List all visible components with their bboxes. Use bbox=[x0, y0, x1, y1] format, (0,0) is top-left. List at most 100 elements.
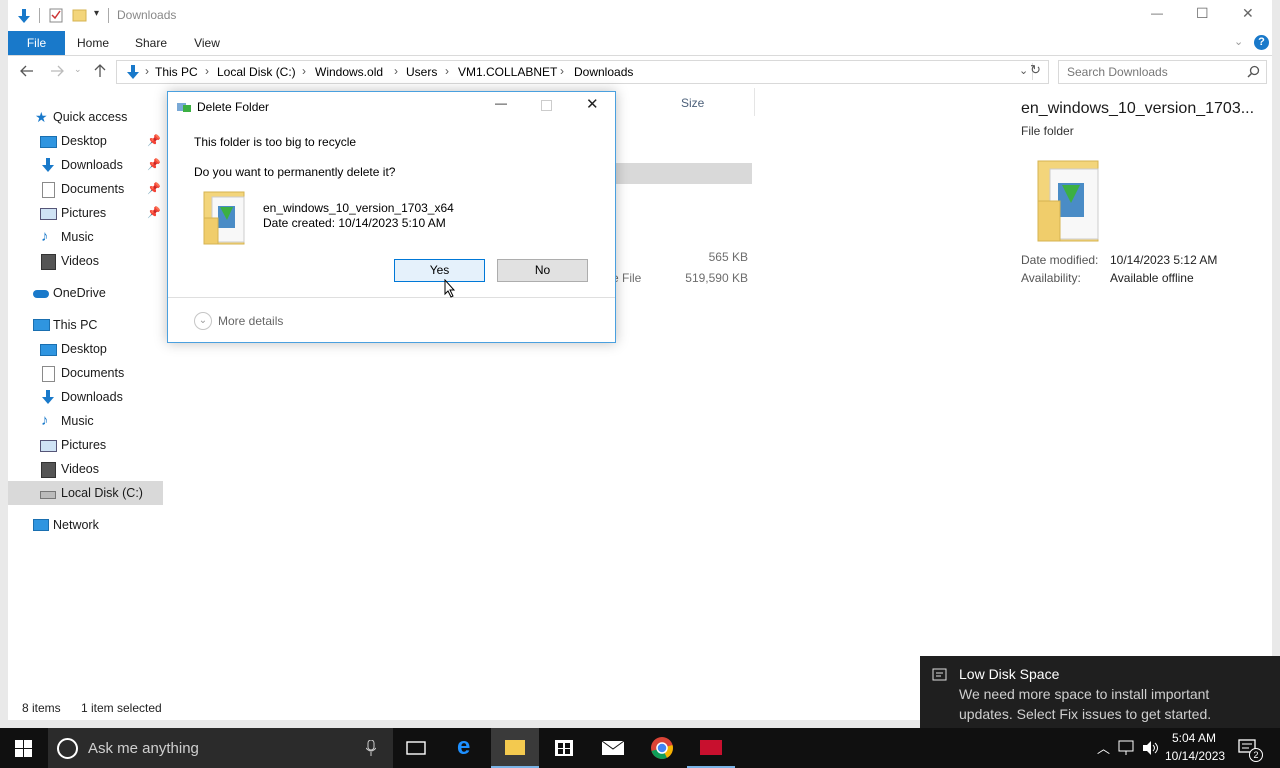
network-status-icon[interactable] bbox=[1118, 740, 1136, 756]
preview-kind: File folder bbox=[1021, 124, 1074, 138]
close-button[interactable]: ✕ bbox=[1242, 5, 1254, 22]
computer-icon bbox=[33, 319, 50, 331]
breadcrumb-separator[interactable]: › bbox=[205, 64, 209, 78]
sidebar-item-label: Music bbox=[61, 230, 94, 244]
edge-glyph: e bbox=[457, 733, 471, 760]
date-modified-label: Date modified: bbox=[1021, 253, 1099, 267]
qat-dropdown-icon[interactable]: ▾ bbox=[94, 8, 99, 19]
breadcrumb-separator[interactable]: › bbox=[560, 64, 564, 78]
delete-folder-icon bbox=[177, 103, 191, 112]
edge-icon[interactable]: e bbox=[443, 728, 491, 768]
sidebar-item-documents[interactable]: Documents 📌 bbox=[8, 177, 163, 201]
clock-time[interactable]: 5:04 AM bbox=[1172, 731, 1216, 745]
forward-arrow-icon[interactable] bbox=[50, 65, 64, 77]
sidebar-item-desktop[interactable]: Desktop 📌 bbox=[8, 129, 163, 153]
sidebar-item-pc-music[interactable]: ♪ Music bbox=[8, 409, 163, 433]
address-dropdown-icon[interactable]: ⌄ bbox=[1019, 64, 1028, 77]
ribbon-expand-icon[interactable]: ⌄ bbox=[1234, 35, 1243, 48]
sidebar-item-local-disk[interactable]: Local Disk (C:) bbox=[8, 481, 163, 505]
microphone-icon[interactable] bbox=[366, 740, 376, 756]
chrome-icon[interactable] bbox=[638, 728, 686, 768]
recent-locations-icon[interactable]: ⌄ bbox=[74, 64, 82, 75]
breadcrumb-user[interactable]: VM1.COLLABNET bbox=[458, 65, 557, 79]
address-bar[interactable]: › This PC › Local Disk (C:) › Windows.ol… bbox=[116, 60, 1049, 84]
breadcrumb-separator[interactable]: › bbox=[302, 64, 306, 78]
sidebar-item-pc-documents[interactable]: Documents bbox=[8, 361, 163, 385]
search-input[interactable]: Search Downloads bbox=[1067, 65, 1168, 79]
volume-icon[interactable] bbox=[1142, 740, 1160, 756]
tab-view[interactable]: View bbox=[184, 31, 230, 55]
breadcrumb-separator[interactable]: › bbox=[394, 64, 398, 78]
more-details-link[interactable]: More details bbox=[218, 314, 283, 328]
sidebar-item-pc-desktop[interactable]: Desktop bbox=[8, 337, 163, 361]
file-explorer-taskbar-icon[interactable] bbox=[491, 728, 539, 768]
no-button[interactable]: No bbox=[497, 259, 588, 282]
expand-chevron-icon[interactable]: ⌄ bbox=[194, 312, 212, 330]
pin-icon[interactable]: 📌 bbox=[147, 153, 161, 177]
yes-button[interactable]: Yes bbox=[394, 259, 485, 282]
refresh-icon[interactable]: ↻ bbox=[1030, 62, 1041, 78]
date-modified-value: 10/14/2023 5:12 AM bbox=[1110, 253, 1218, 267]
sidebar-item-onedrive[interactable]: OneDrive bbox=[8, 281, 163, 305]
help-icon[interactable]: ? bbox=[1254, 35, 1269, 50]
dialog-close-button[interactable]: ✕ bbox=[586, 95, 599, 113]
documents-icon bbox=[42, 182, 55, 198]
cortana-search-box[interactable]: Ask me anything bbox=[48, 728, 393, 768]
sidebar-item-pc-pictures[interactable]: Pictures bbox=[8, 433, 163, 457]
breadcrumb-this-pc[interactable]: This PC bbox=[155, 65, 198, 79]
mail-icon[interactable] bbox=[589, 728, 637, 768]
pin-icon[interactable]: 📌 bbox=[147, 177, 161, 201]
breadcrumb-windows-old[interactable]: Windows.old bbox=[315, 65, 383, 79]
minimize-button[interactable]: — bbox=[1151, 6, 1163, 20]
sidebar-item-network[interactable]: Network bbox=[8, 513, 163, 537]
breadcrumb-users[interactable]: Users bbox=[406, 65, 437, 79]
new-folder-icon[interactable] bbox=[72, 8, 87, 22]
sidebar-item-label: Desktop bbox=[61, 134, 107, 148]
sidebar-item-label: Network bbox=[53, 518, 99, 532]
properties-icon[interactable] bbox=[49, 8, 63, 23]
windows-start-icon[interactable] bbox=[15, 740, 32, 757]
low-disk-space-notification[interactable]: Low Disk Space We need more space to ins… bbox=[920, 656, 1280, 728]
sidebar-item-label: Downloads bbox=[61, 390, 123, 404]
pin-icon[interactable]: 📌 bbox=[147, 201, 161, 225]
search-icon[interactable] bbox=[1247, 65, 1260, 78]
breadcrumb-separator[interactable]: › bbox=[445, 64, 449, 78]
selected-row[interactable] bbox=[608, 163, 752, 184]
sidebar-item-this-pc[interactable]: This PC bbox=[8, 313, 163, 337]
notification-count-badge: 2 bbox=[1249, 748, 1263, 762]
toast-title: Low Disk Space bbox=[959, 666, 1060, 682]
clock-date[interactable]: 10/14/2023 bbox=[1165, 749, 1225, 763]
sidebar-item-downloads[interactable]: Downloads 📌 bbox=[8, 153, 163, 177]
separator bbox=[108, 8, 109, 23]
app-taskbar-icon[interactable] bbox=[687, 728, 735, 768]
file-row[interactable]: 565 KB bbox=[608, 246, 748, 267]
file-row[interactable]: e File 519,590 KB bbox=[608, 267, 748, 288]
sidebar-item-videos[interactable]: Videos bbox=[8, 249, 163, 273]
cortana-search-input[interactable]: Ask me anything bbox=[88, 740, 199, 757]
tab-file[interactable]: File bbox=[8, 31, 65, 55]
dialog-minimize-button[interactable]: — bbox=[495, 96, 507, 110]
sidebar-item-quick-access[interactable]: ★ Quick access bbox=[8, 105, 163, 129]
documents-icon bbox=[42, 366, 55, 382]
maximize-button[interactable]: ☐ bbox=[1196, 5, 1209, 22]
breadcrumb-local-disk[interactable]: Local Disk (C:) bbox=[217, 65, 296, 79]
show-hidden-icons[interactable]: ︿ bbox=[1097, 738, 1110, 757]
tab-share[interactable]: Share bbox=[128, 31, 174, 55]
dialog-question: Do you want to permanently delete it? bbox=[194, 165, 396, 179]
breadcrumb-separator[interactable]: › bbox=[145, 64, 149, 78]
pin-icon[interactable]: 📌 bbox=[147, 129, 161, 153]
sidebar-item-pc-videos[interactable]: Videos bbox=[8, 457, 163, 481]
search-box[interactable]: Search Downloads bbox=[1058, 60, 1267, 84]
store-icon[interactable] bbox=[540, 728, 588, 768]
task-view-icon[interactable] bbox=[392, 728, 440, 768]
breadcrumb-downloads[interactable]: Downloads bbox=[574, 65, 633, 79]
up-arrow-icon[interactable] bbox=[94, 64, 106, 78]
sidebar-item-music[interactable]: ♪ Music bbox=[8, 225, 163, 249]
sidebar-item-label: Desktop bbox=[61, 342, 107, 356]
column-header-size[interactable]: Size bbox=[681, 96, 704, 110]
sidebar-item-pc-downloads[interactable]: Downloads bbox=[8, 385, 163, 409]
back-arrow-icon[interactable] bbox=[20, 65, 34, 77]
pictures-icon bbox=[40, 208, 57, 220]
tab-home[interactable]: Home bbox=[70, 31, 116, 55]
sidebar-item-pictures[interactable]: Pictures 📌 bbox=[8, 201, 163, 225]
